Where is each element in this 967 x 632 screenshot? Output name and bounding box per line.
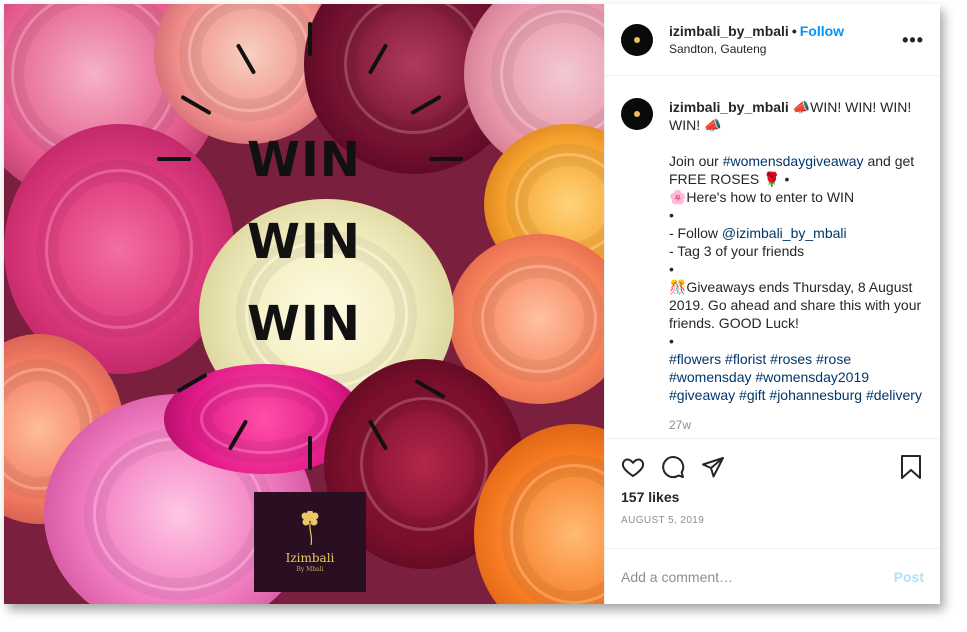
brand-logo: Izimbali By Mbali [254, 492, 366, 592]
hashtag-link[interactable]: #giveaway [669, 387, 735, 403]
sunburst-ray [308, 22, 312, 56]
action-icon-row [621, 447, 924, 487]
hashtag-link[interactable]: #johannesburg [769, 387, 862, 403]
caption-username[interactable]: izimbali_by_mbali [669, 99, 789, 115]
flower-logo-icon [301, 511, 319, 545]
win-word: WIN [247, 132, 361, 188]
sunburst-ray [308, 436, 312, 470]
post-actions: 157 likes AUGUST 5, 2019 [605, 438, 940, 548]
avatar[interactable] [621, 23, 653, 56]
caption-text: - Follow @izimbali_by_mbali [669, 224, 924, 242]
heart-icon [621, 458, 645, 478]
avatar-logo-icon [634, 111, 640, 117]
caption-bullet: • [669, 207, 674, 223]
comment-input[interactable] [621, 568, 871, 585]
caption-row: izimbali_by_mbali 📣WIN! WIN! WIN! WIN! 📣… [621, 98, 924, 434]
caption-bullet: • [669, 261, 674, 277]
post-date: AUGUST 5, 2019 [621, 515, 705, 526]
more-options-icon[interactable]: ••• [902, 30, 924, 51]
logo-name: Izimbali [285, 551, 335, 565]
caption-area: izimbali_by_mbali 📣WIN! WIN! WIN! WIN! 📣… [605, 76, 940, 438]
win-word: WIN [247, 214, 361, 270]
caption-text: Join our [669, 153, 723, 169]
username-link[interactable]: izimbali_by_mbali [669, 23, 789, 39]
likes-count[interactable]: 157 likes [621, 489, 924, 505]
hashtag-link[interactable]: #roses [770, 351, 812, 367]
caption-text: 🎊Giveaways ends Thursday, 8 August 2019.… [669, 279, 922, 331]
post-header: izimbali_by_mbali • Follow Sandton, Gauten… [605, 4, 940, 76]
hashtag-link[interactable]: #womensdaygiveaway [723, 153, 864, 169]
comment-form: Post [605, 548, 940, 604]
post-image[interactable]: WIN WIN WIN Izimbali By Mbali [4, 4, 604, 604]
location-link[interactable]: Sandton, Gauteng [669, 42, 844, 56]
caption-text: - Follow [669, 225, 722, 241]
hashtag-link[interactable]: #gift [739, 387, 765, 403]
caption-text: - Tag 3 of your friends [669, 243, 805, 259]
hashtag-link[interactable]: #flowers [669, 351, 721, 367]
caption-avatar[interactable] [621, 98, 653, 130]
bookmark-icon [901, 455, 921, 479]
comment-icon [662, 456, 685, 479]
hashtag-link[interactable]: #florist [725, 351, 766, 367]
post-side-panel: izimbali_by_mbali • Follow Sandton, Gauten… [604, 4, 940, 604]
hashtag-link[interactable]: #delivery [866, 387, 922, 403]
like-button[interactable] [621, 447, 661, 487]
share-button[interactable] [701, 447, 741, 487]
instagram-post-modal: WIN WIN WIN Izimbali By Mbali izimbali_b… [4, 4, 940, 604]
hashtag-link[interactable]: #rose [816, 351, 851, 367]
follow-button[interactable]: Follow [800, 23, 844, 39]
dot-separator: • [791, 23, 797, 39]
logo-subtitle: By Mbali [296, 566, 324, 573]
caption-body: izimbali_by_mbali 📣WIN! WIN! WIN! WIN! 📣… [669, 98, 924, 434]
header-text: izimbali_by_mbali • Follow Sandton, Gauten… [669, 23, 844, 56]
save-button[interactable] [900, 447, 924, 487]
win-word: WIN [247, 296, 361, 352]
caption-text: 🌸Here's how to enter to WIN [669, 189, 855, 205]
time-ago[interactable]: 27w [669, 416, 924, 434]
comment-button[interactable] [661, 447, 701, 487]
hashtag-link[interactable]: #womensday [669, 369, 752, 385]
avatar-logo-icon [634, 36, 640, 43]
hashtag-list: #flowers #florist #roses #rose #womensda… [669, 350, 924, 404]
hashtag-link[interactable]: #womensday2019 [755, 369, 869, 385]
mention-link[interactable]: @izimbali_by_mbali [722, 225, 847, 241]
share-icon [702, 457, 724, 478]
header-line: izimbali_by_mbali • Follow [669, 23, 844, 39]
caption-bullet: • [669, 333, 674, 349]
post-comment-button[interactable]: Post [894, 569, 924, 585]
